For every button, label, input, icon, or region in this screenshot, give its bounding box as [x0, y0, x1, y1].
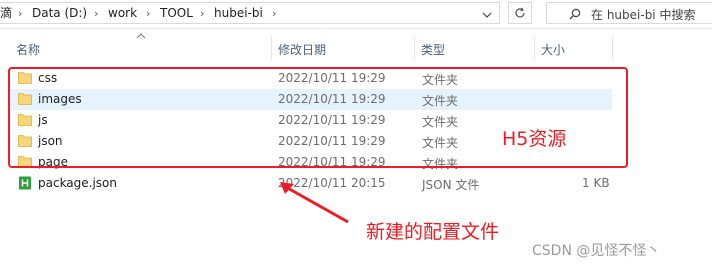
refresh-icon [515, 7, 525, 18]
breadcrumb-separator-icon[interactable]: › [94, 7, 98, 20]
column-header-row: 名称 修改日期 类型 大小 [0, 33, 712, 60]
column-divider[interactable] [534, 36, 535, 60]
breadcrumb-current[interactable]: hubei-bi [214, 6, 263, 20]
column-divider[interactable] [271, 36, 272, 60]
breadcrumb-separator-icon[interactable]: › [200, 7, 204, 20]
refresh-button[interactable] [508, 2, 532, 24]
column-header-date[interactable]: 修改日期 [278, 41, 326, 58]
search-input[interactable]: 在 hubei-bi 中搜索 [546, 2, 712, 24]
breadcrumb-work[interactable]: work [108, 6, 137, 20]
file-size: 1 KB [582, 176, 610, 190]
breadcrumb-tool[interactable]: TOOL [160, 6, 193, 20]
column-divider[interactable] [612, 36, 613, 60]
breadcrumb-separator-icon[interactable]: › [18, 7, 22, 20]
breadcrumb-root[interactable]: 滴 [0, 6, 12, 20]
search-placeholder: 在 hubei-bi 中搜索 [591, 8, 696, 22]
breadcrumb-separator-icon[interactable]: › [272, 7, 276, 20]
breadcrumb-drive[interactable]: Data (D:) [32, 6, 87, 20]
column-header-size[interactable]: 大小 [541, 41, 565, 58]
json-file-icon [19, 176, 31, 190]
search-icon [569, 8, 581, 20]
column-divider[interactable] [414, 36, 415, 60]
h5-resources-label: H5资源 [502, 128, 567, 150]
file-type: JSON 文件 [422, 178, 480, 192]
h5-resources-highlight-box [8, 67, 628, 168]
breadcrumb-separator-icon[interactable]: › [146, 7, 150, 20]
chevron-down-icon [482, 12, 492, 18]
annotation-arrow-icon [280, 182, 349, 224]
address-field[interactable]: 滴 › Data (D:) › work › TOOL › hubei-bi › [0, 2, 500, 24]
column-header-name[interactable]: 名称 [16, 41, 40, 58]
column-header-type[interactable]: 类型 [421, 41, 445, 58]
watermark: CSDN @见怪不怪丶 [532, 243, 661, 259]
address-dropdown-button[interactable] [476, 5, 498, 25]
file-name: package.json [38, 176, 118, 190]
address-bar: 滴 › Data (D:) › work › TOOL › hubei-bi ›… [0, 0, 712, 29]
config-file-label: 新建的配置文件 [366, 221, 500, 243]
sort-ascending-icon [136, 33, 146, 39]
